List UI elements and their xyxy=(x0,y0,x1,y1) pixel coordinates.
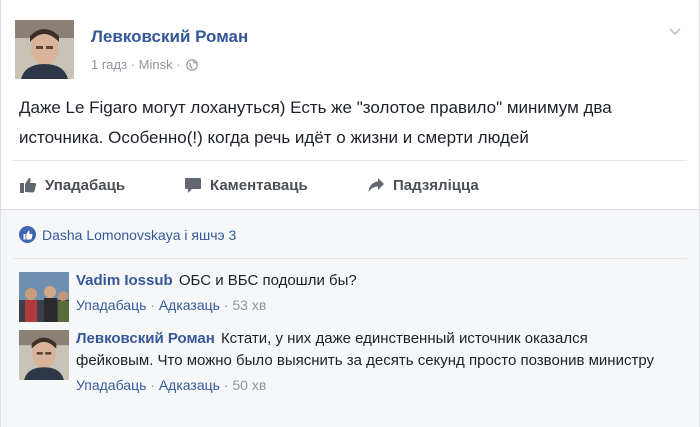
globe-icon[interactable] xyxy=(186,58,199,71)
share-icon xyxy=(368,178,384,192)
comment-body: Левковский Роман Кстати, у них даже един… xyxy=(76,328,656,396)
comment-meta: Упадабаць · Адказаць · 53 хв xyxy=(76,297,267,313)
comment-author[interactable]: Vadim Iossub xyxy=(76,272,173,289)
chevron-down-icon[interactable] xyxy=(669,28,681,36)
likes-summary-text: Dasha Lomonovskaya і яшчэ 3 xyxy=(42,226,237,243)
comment-avatar-image xyxy=(19,272,69,322)
comment-avatar[interactable] xyxy=(19,330,69,380)
like-icon xyxy=(20,178,37,193)
likes-summary[interactable]: Dasha Lomonovskaya і яшчэ 3 xyxy=(19,226,236,243)
share-button[interactable]: Падзяліцца xyxy=(367,170,479,200)
author-avatar[interactable] xyxy=(15,20,74,79)
comment-button-label: Каментаваць xyxy=(210,176,308,194)
share-button-label: Падзяліцца xyxy=(393,176,479,194)
post-author-name[interactable]: Левковский Роман xyxy=(91,27,248,47)
like-button[interactable]: Упадабаць xyxy=(19,170,125,200)
post-meta: 1 гадз · Minsk · xyxy=(91,56,199,72)
post-text: Даже Le Figaro могут лохануться) Есть же… xyxy=(19,98,612,147)
comment-icon xyxy=(185,178,201,193)
post-location[interactable]: Minsk xyxy=(139,57,173,72)
post-time[interactable]: 1 гадз xyxy=(91,57,127,72)
divider xyxy=(1,209,699,210)
comment-button[interactable]: Каментаваць xyxy=(184,170,308,200)
comment-meta: Упадабаць · Адказаць · 50 хв xyxy=(76,377,267,393)
comment-like-link[interactable]: Упадабаць xyxy=(76,297,146,313)
comment-body: Vadim Iossub ОБС и ВБС подошли бы? Упада… xyxy=(76,270,656,316)
post-card: Левковский Роман 1 гадз · Minsk · Даже L… xyxy=(0,0,700,427)
like-button-label: Упадабаць xyxy=(45,176,126,194)
divider xyxy=(13,160,687,161)
post-actions: Упадабаць Каментаваць Падзяліцца xyxy=(19,170,659,200)
divider xyxy=(13,258,687,259)
comment-text: ОБС и ВБС подошли бы? xyxy=(178,272,357,289)
feedback-section: Dasha Lomonovskaya і яшчэ 3 Vadim Iossub xyxy=(1,209,699,427)
comment-avatar-image xyxy=(19,330,69,380)
comment-like-link[interactable]: Упадабаць xyxy=(76,377,146,393)
like-badge-icon xyxy=(19,226,36,243)
comment-author[interactable]: Левковский Роман xyxy=(76,330,215,347)
comment-reply-link[interactable]: Адказаць xyxy=(159,297,220,313)
comment-avatar[interactable] xyxy=(19,272,69,322)
comment-time[interactable]: 50 хв xyxy=(232,377,266,393)
comment-reply-link[interactable]: Адказаць xyxy=(159,377,220,393)
author-avatar-image xyxy=(15,20,74,79)
comment-time[interactable]: 53 хв xyxy=(232,297,266,313)
